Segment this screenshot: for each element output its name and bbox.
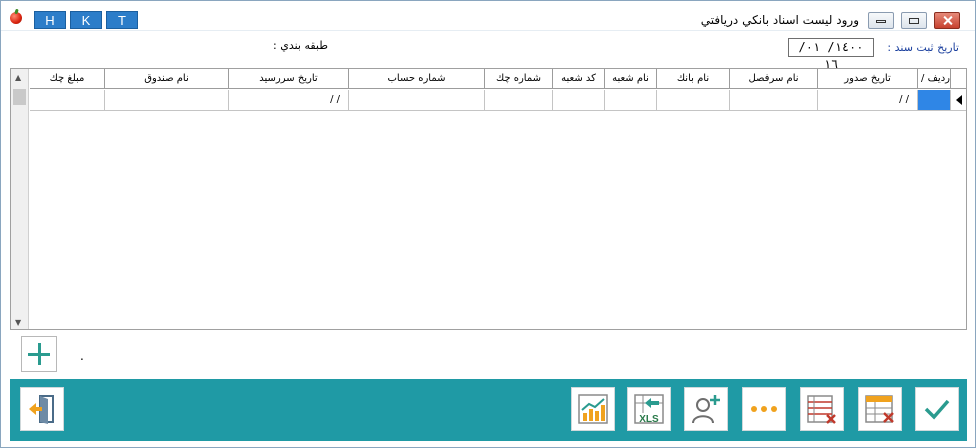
excel-import-icon: XLS [634,394,664,425]
hotkey-k-button[interactable]: K [70,11,102,29]
plus-icon-bar [28,353,50,356]
window: H K T ورود ليست اسناد بانكي دريافتي تاري… [0,0,976,448]
window-title: ورود ليست اسناد بانكي دريافتي [700,13,859,27]
maximize-button[interactable] [901,12,927,29]
scroll-up-icon[interactable]: ▲ [15,73,21,82]
column-header-row-number[interactable]: رديف / نمره [918,69,951,89]
row-indicator-header [951,69,966,89]
total-value: . [80,349,84,363]
scroll-down-icon[interactable]: ▼ [15,318,21,327]
app-logo-icon [10,12,22,24]
cell-row-number[interactable] [918,90,951,111]
confirm-icon [924,399,950,420]
column-header-issue-date[interactable]: تاريخ صدور [818,69,918,89]
date-input[interactable]: ١٤٠٠/ ٠١/ ١٦ [788,38,874,71]
hotkey-h-button[interactable]: H [34,11,66,29]
minimize-icon [876,20,886,23]
row-indicator [951,90,966,111]
cell-account-number[interactable] [349,90,485,111]
column-header-bank-name[interactable]: نام بانك [657,69,730,89]
chart-report-button[interactable] [571,387,615,431]
column-header-account-title[interactable]: نام سرفصل [730,69,818,89]
add-row-button[interactable] [21,336,57,372]
vertical-scrollbar[interactable]: ▲ ▼ [11,69,29,329]
bottom-toolbar: XLS [10,379,967,441]
column-header-check-number[interactable]: شماره چك [485,69,553,89]
clear-table-button[interactable] [858,387,902,431]
add-person-icon [692,395,720,424]
exit-button[interactable] [20,387,64,431]
cell-branch-code[interactable] [553,90,605,111]
add-row-strip: . [10,331,967,377]
column-header-fund-name[interactable]: نام صندوق [105,69,229,89]
cell-fund-name[interactable] [105,90,229,111]
cell-issue-date[interactable]: / / [818,90,918,111]
column-header-branch-name[interactable]: نام شعبه [605,69,657,89]
close-button[interactable] [934,12,960,29]
maximize-icon [909,18,919,24]
more-icon [751,406,777,412]
cell-branch-name[interactable] [605,90,657,111]
cell-due-date[interactable]: / / [229,90,349,111]
exit-icon [29,395,54,424]
category-label: طبقه بندي : [273,39,328,52]
delete-rows-icon [807,395,836,424]
more-options-button[interactable] [742,387,786,431]
column-header-due-date[interactable]: تاريخ سررسيد [229,69,349,89]
chart-report-icon [578,394,608,424]
checks-grid[interactable]: ▲ ▼ رديف / نمره تاريخ صدور نام سرفصل نام… [10,68,967,330]
close-icon [943,15,953,27]
excel-import-button[interactable]: XLS [627,387,671,431]
cell-check-number[interactable] [485,90,553,111]
scroll-thumb[interactable] [13,89,26,105]
add-person-button[interactable] [684,387,728,431]
current-row-arrow-icon [956,95,962,105]
hotkey-t-button[interactable]: T [106,11,138,29]
svg-text:XLS: XLS [639,414,659,425]
title-bar: H K T ورود ليست اسناد بانكي دريافتي [1,1,975,31]
date-label: تاريخ ثبت سند : [887,41,959,54]
cell-account-title[interactable] [730,90,818,111]
confirm-button[interactable] [915,387,959,431]
column-header-branch-code[interactable]: كد شعبه [553,69,605,89]
delete-rows-button[interactable] [800,387,844,431]
column-header-check-amount[interactable]: مبلغ چك [30,69,105,89]
column-header-account-number[interactable]: شماره حساب [349,69,485,89]
cell-check-amount[interactable] [30,90,105,111]
clear-table-icon [865,395,894,423]
cell-bank-name[interactable] [657,90,730,111]
minimize-button[interactable] [868,12,894,29]
